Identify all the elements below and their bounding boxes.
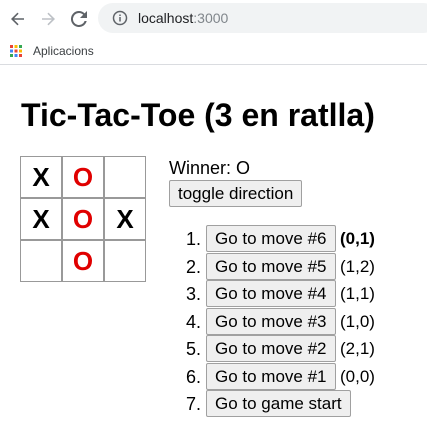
move-number: 3. <box>186 284 202 304</box>
info-icon[interactable] <box>112 10 128 26</box>
move-list-item: 2. Go to move #5 (1,2) <box>169 252 419 280</box>
game-board: X O X O X O <box>20 156 146 282</box>
move-number: 2. <box>186 256 202 277</box>
bookmarks-bar: Aplicacions <box>0 37 427 65</box>
go-to-game-start-button[interactable]: Go to game start <box>206 390 351 417</box>
reload-icon <box>71 11 87 27</box>
move-list-item: 4. Go to move #3 (1,0) <box>169 307 419 335</box>
page-title: Tic-Tac-Toe (3 en ratlla) <box>21 97 375 133</box>
forward-button[interactable] <box>35 6 61 32</box>
move-number: 1. <box>186 229 202 249</box>
apps-grid-icon[interactable] <box>10 45 22 57</box>
toggle-direction-button[interactable]: toggle direction <box>169 180 303 207</box>
back-button[interactable] <box>5 6 31 32</box>
go-to-move-button[interactable]: Go to move #3 <box>206 307 336 335</box>
board-cell[interactable]: X <box>20 198 62 240</box>
move-coordinate: (0,1) <box>340 229 375 248</box>
move-coordinate: (1,2) <box>340 256 375 276</box>
move-number: 5. <box>186 339 202 359</box>
move-coordinate: (0,0) <box>340 366 375 386</box>
board-cell[interactable]: X <box>20 156 62 198</box>
board-cell[interactable]: O <box>62 198 104 240</box>
reload-button[interactable] <box>66 6 92 32</box>
board-cell[interactable] <box>104 156 146 198</box>
move-coordinate: (1,1) <box>340 284 375 303</box>
go-to-move-button[interactable]: Go to move #4 <box>206 280 336 307</box>
game-status: Winner: O <box>169 158 251 178</box>
move-number: 7. <box>186 394 202 414</box>
move-list-item: 6. Go to move #1 (0,0) <box>169 362 419 390</box>
board-cell[interactable]: O <box>62 240 104 282</box>
move-number: 6. <box>186 366 202 387</box>
apps-bookmark-label[interactable]: Aplicacions <box>33 44 94 58</box>
url-host: localhost <box>138 10 194 26</box>
move-number: 4. <box>186 311 202 332</box>
address-bar[interactable]: localhost:3000 <box>98 3 427 33</box>
move-coordinate: (2,1) <box>340 339 375 358</box>
move-list-item: 7. Go to game start <box>169 390 419 417</box>
url-text: localhost:3000 <box>138 10 228 26</box>
move-list-item: 5. Go to move #2 (2,1) <box>169 335 419 362</box>
game-info: Winner: O toggle direction <box>169 158 303 207</box>
move-list-item: 3. Go to move #4 (1,1) <box>169 280 419 307</box>
arrow-right-icon <box>42 12 55 26</box>
go-to-move-button[interactable]: Go to move #2 <box>206 335 336 362</box>
arrow-left-icon <box>11 12 24 26</box>
go-to-move-button[interactable]: Go to move #1 <box>206 362 336 390</box>
board-cell[interactable] <box>20 240 62 282</box>
board-cell[interactable] <box>104 240 146 282</box>
browser-toolbar: localhost:3000 <box>0 0 427 37</box>
go-to-move-button[interactable]: Go to move #6 <box>206 225 336 252</box>
board-cell[interactable]: X <box>104 198 146 240</box>
url-port: :3000 <box>193 10 229 26</box>
board-cell[interactable]: O <box>62 156 104 198</box>
move-coordinate: (1,0) <box>340 311 375 331</box>
move-list-item: 1. Go to move #6 (0,1) <box>169 225 419 252</box>
go-to-move-button[interactable]: Go to move #5 <box>206 252 336 280</box>
